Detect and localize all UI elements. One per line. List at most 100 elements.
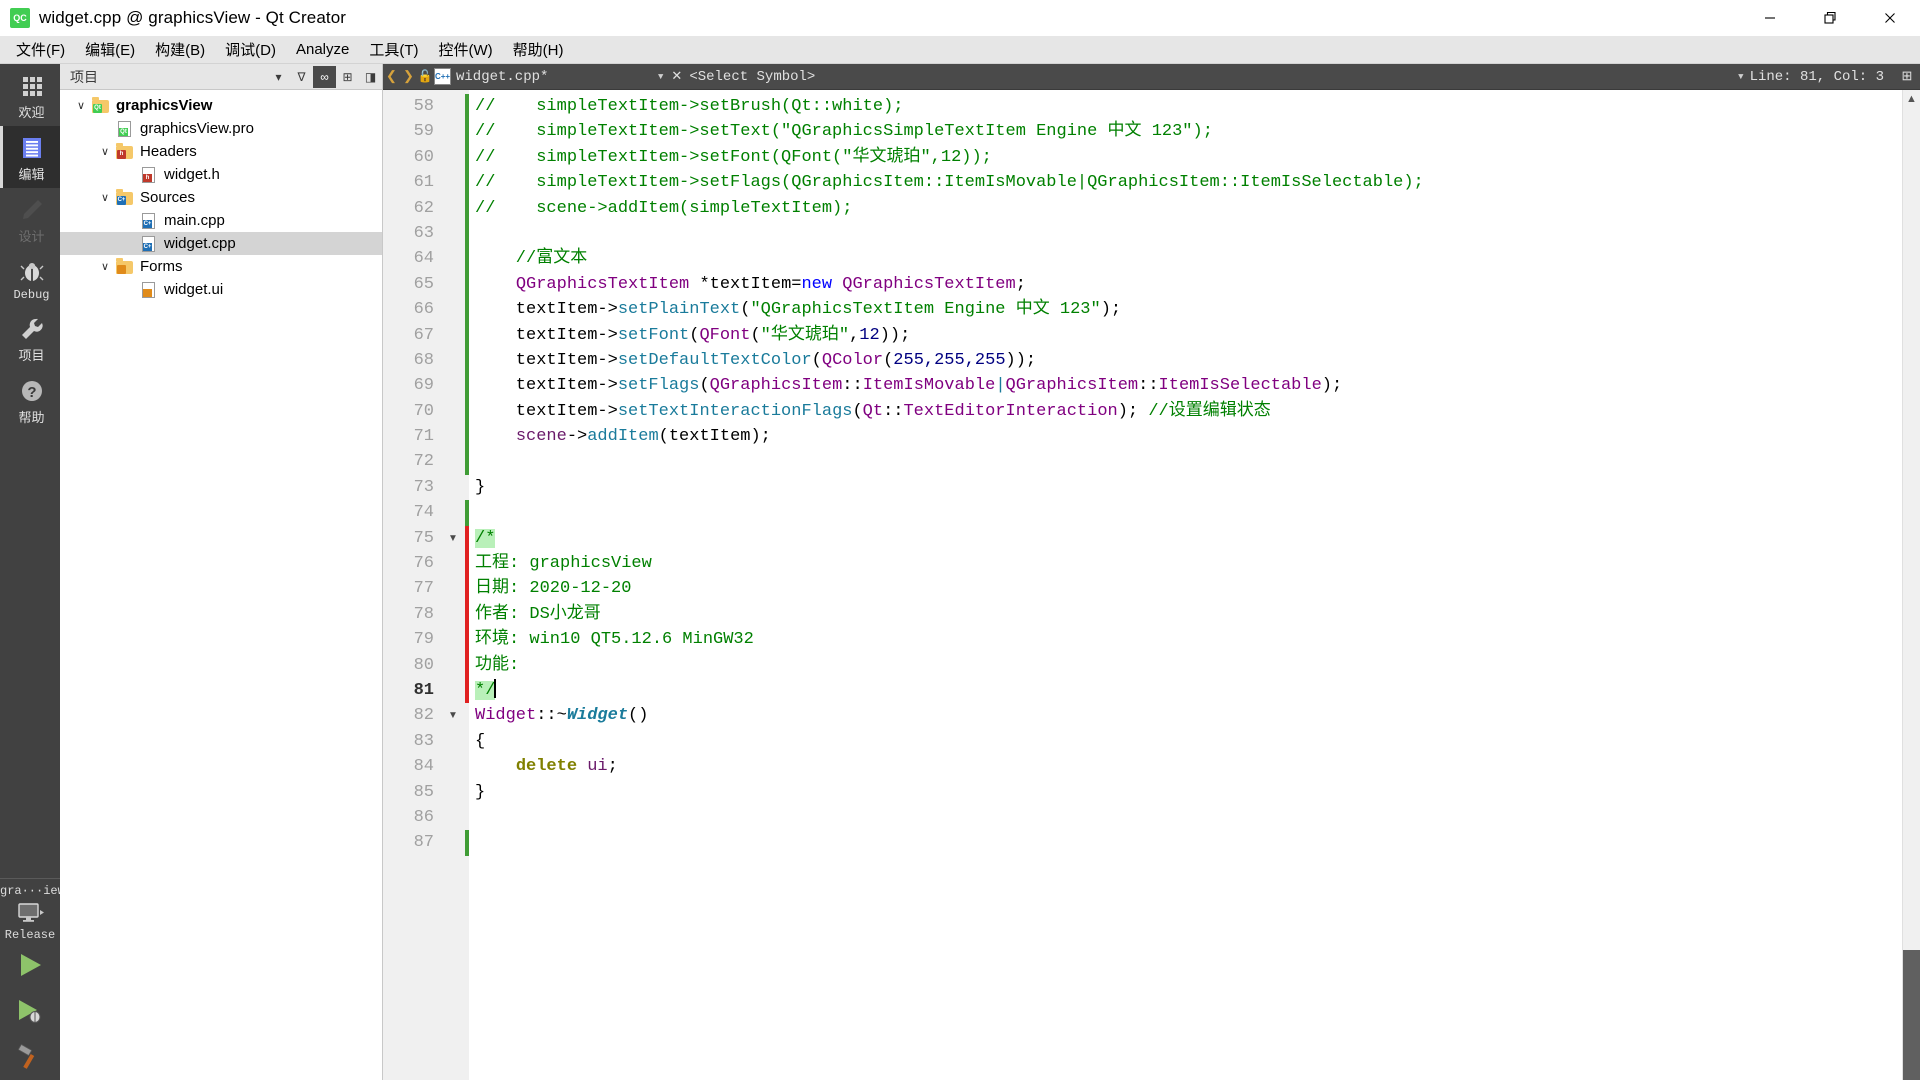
menu-build[interactable]: 构建(B) (145, 36, 215, 63)
restore-button[interactable] (1800, 0, 1860, 36)
chevron-down-icon[interactable]: ∨ (94, 145, 116, 158)
code-line (475, 500, 1902, 525)
code-token: setFlags (618, 376, 700, 395)
code-token: | (995, 376, 1005, 395)
tree-item-graphicsView.pro[interactable]: QtgraphicsView.pro (60, 117, 382, 140)
code-token: TextEditorInteraction (903, 402, 1117, 421)
project-tree[interactable]: ∨QtgraphicsViewQtgraphicsView.pro∨hHeade… (60, 90, 382, 1080)
mode-button-欢迎[interactable]: 欢迎 (0, 64, 60, 126)
tree-item-graphicsView[interactable]: ∨QtgraphicsView (60, 94, 382, 117)
code-token: // simpleTextItem->setFont(QFont("华文琥珀",… (475, 148, 992, 167)
filter-icon[interactable]: ∇ (290, 66, 313, 88)
mode-button-Debug[interactable]: Debug (0, 250, 60, 307)
close-button[interactable] (1860, 0, 1920, 36)
minimize-button[interactable] (1740, 0, 1800, 36)
editor-close-icon[interactable]: ✕ (669, 69, 689, 84)
code-token: ( (740, 300, 750, 319)
chevron-down-icon[interactable]: ∨ (70, 99, 92, 112)
menu-file[interactable]: 文件(F) (6, 36, 75, 63)
scrollbar-thumb[interactable] (1903, 950, 1920, 1080)
main-body: 欢迎编辑设计Debug项目?帮助 gra···iew Release (0, 64, 1920, 1080)
line-number: 71 (383, 424, 441, 449)
split-add-icon[interactable]: ⊞ (336, 66, 359, 88)
menu-help[interactable]: 帮助(H) (503, 36, 574, 63)
tree-item-Sources[interactable]: ∨C+Sources (60, 186, 382, 209)
back-icon[interactable]: ❮ (383, 69, 400, 84)
code-token (475, 757, 516, 776)
menu-window[interactable]: 控件(W) (429, 36, 503, 63)
code-token: textItem-> (475, 326, 618, 345)
symbol-dropdown-chevron-icon[interactable]: ▼ (1732, 72, 1749, 82)
code-token: )); (880, 326, 911, 345)
code-line: 工程: graphicsView (475, 551, 1902, 576)
tree-item-widget.cpp[interactable]: C+widget.cpp (60, 232, 382, 255)
code-line: 作者: DS小龙哥 (475, 602, 1902, 627)
title-bar: QC widget.cpp @ graphicsView - Qt Creato… (0, 0, 1920, 36)
line-number: 69 (383, 373, 441, 398)
unlock-icon[interactable]: 🔓 (417, 69, 433, 84)
code-line: // simpleTextItem->setBrush(Qt::white); (475, 94, 1902, 119)
split-editor-icon[interactable]: ⊞ (1894, 69, 1920, 84)
kit-build-config: Release (0, 928, 60, 942)
scroll-up-chevron-icon[interactable]: ▲ (1903, 90, 1920, 108)
mode-button-编辑[interactable]: 编辑 (0, 126, 60, 188)
dropdown-chevron-icon[interactable]: ▾ (267, 66, 290, 88)
code-token: ( (750, 326, 760, 345)
tree-item-Forms[interactable]: ∨Forms (60, 255, 382, 278)
menu-edit[interactable]: 编辑(E) (75, 36, 145, 63)
chevron-down-icon[interactable]: ∨ (94, 191, 116, 204)
code-token: :: (883, 402, 903, 421)
code-token: setTextInteractionFlags (618, 402, 853, 421)
run-debug-button[interactable] (0, 988, 60, 1034)
mode-button-设计: 设计 (0, 188, 60, 250)
code-line: } (475, 780, 1902, 805)
tree-item-widget.h[interactable]: hwidget.h (60, 163, 382, 186)
tree-item-label: graphicsView.pro (140, 120, 262, 137)
fold-spacer (441, 475, 465, 500)
tree-item-widget.ui[interactable]: widget.ui (60, 278, 382, 301)
cpp-file-icon: C++ (434, 68, 451, 85)
fold-spacer (441, 424, 465, 449)
code-token (577, 757, 587, 776)
line-number: 60 (383, 145, 441, 170)
chevron-down-icon[interactable]: ∨ (94, 260, 116, 273)
run-button[interactable] (0, 942, 60, 988)
code-token: ::~ (536, 706, 567, 725)
menu-debug[interactable]: 调试(D) (215, 36, 286, 63)
menu-tools[interactable]: 工具(T) (359, 36, 428, 63)
code-token: -> (567, 427, 587, 446)
code-token: Widget (567, 706, 628, 725)
build-button[interactable] (0, 1034, 60, 1080)
code-token: ( (883, 351, 893, 370)
editor-filename[interactable]: widget.cpp* (456, 69, 652, 85)
symbol-selector[interactable]: <Select Symbol> (689, 69, 1732, 85)
code-text-area[interactable]: // simpleTextItem->setBrush(Qt::white);/… (469, 90, 1902, 1080)
link-sync-icon[interactable]: ∞ (313, 66, 336, 88)
menu-analyze[interactable]: Analyze (286, 38, 359, 61)
forward-icon[interactable]: ❯ (400, 69, 417, 84)
file-dropdown-chevron-icon[interactable]: ▼ (652, 72, 669, 82)
fold-marker-icon[interactable]: ▼ (441, 526, 465, 551)
fold-spacer (441, 373, 465, 398)
code-token: // scene->addItem(simpleTextItem); (475, 199, 852, 218)
fold-spacer (441, 627, 465, 652)
code-folding-bar[interactable]: ▼▼ (441, 90, 465, 1080)
code-token: ; (1016, 275, 1026, 294)
code-token: Qt (863, 402, 883, 421)
fold-spacer (441, 348, 465, 373)
mode-label: 欢迎 (3, 102, 60, 121)
mode-button-帮助[interactable]: ?帮助 (0, 369, 60, 431)
mode-button-项目[interactable]: 项目 (0, 307, 60, 369)
close-pane-icon[interactable]: ◨ (359, 66, 382, 88)
tree-item-label: graphicsView (116, 97, 220, 114)
code-token: QGraphicsTextItem (516, 275, 689, 294)
fold-marker-icon[interactable]: ▼ (441, 703, 465, 728)
tree-item-main.cpp[interactable]: C+main.cpp (60, 209, 382, 232)
editor-vertical-scrollbar[interactable]: ▲ (1902, 90, 1920, 1080)
line-number: 58 (383, 94, 441, 119)
code-token: QFont (699, 326, 750, 345)
fold-spacer (441, 602, 465, 627)
kit-selector[interactable]: gra···iew Release (0, 878, 60, 1080)
fold-spacer (441, 399, 465, 424)
tree-item-Headers[interactable]: ∨hHeaders (60, 140, 382, 163)
